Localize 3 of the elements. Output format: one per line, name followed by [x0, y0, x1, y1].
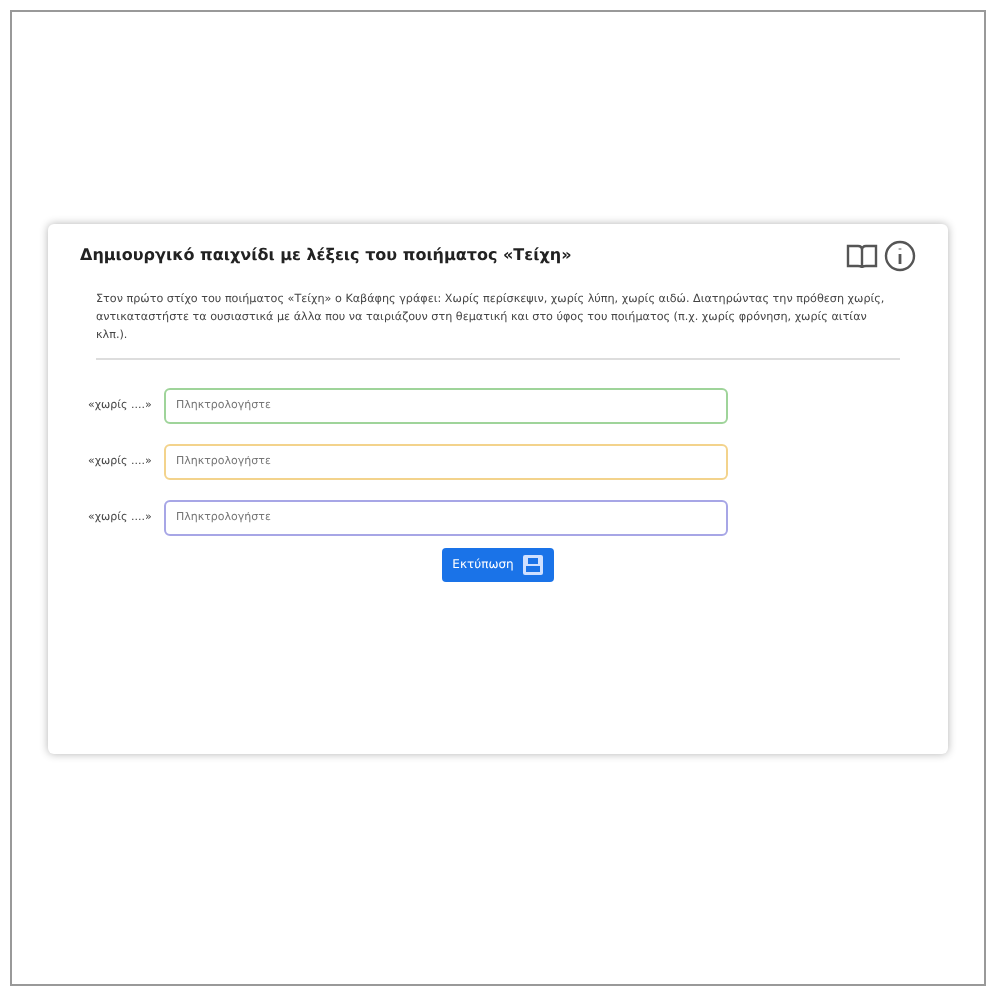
- card-title: Δημιουργικό παιχνίδι με λέξεις του ποιήματος «Τείχη»: [80, 246, 574, 264]
- info-icon[interactable]: [884, 239, 916, 271]
- book-icon[interactable]: [846, 241, 878, 269]
